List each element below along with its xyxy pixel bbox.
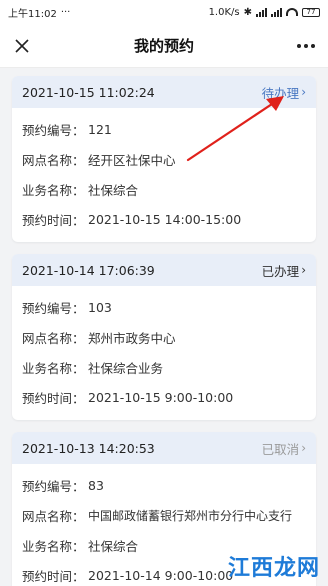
label-outlet: 网点名称： — [22, 508, 85, 524]
value-business: 社保综合业务 — [88, 360, 164, 376]
label-outlet: 网点名称： — [22, 330, 85, 346]
status-cancelled-link[interactable]: 已取消 › — [262, 439, 306, 458]
created-time: 2021-10-13 14:20:53 — [22, 440, 155, 456]
signal-icon-2 — [271, 7, 282, 17]
close-icon[interactable] — [10, 34, 34, 58]
label-time: 预约时间： — [22, 390, 85, 406]
label-outlet: 网点名称： — [22, 152, 85, 168]
row-outlet: 网点名称： 经开区社保中心 — [22, 144, 306, 174]
label-number: 预约编号： — [22, 122, 85, 138]
value-number: 121 — [88, 121, 112, 137]
value-time: 2021-10-14 9:00-10:00 — [88, 567, 234, 583]
chevron-right-icon: › — [301, 263, 306, 277]
status-bar: 上午11:02 ··· 1.0K/s ✱ 77 — [0, 0, 328, 24]
label-business: 业务名称： — [22, 360, 85, 376]
appointment-card[interactable]: 2021-10-15 11:02:24 待办理 › 预约编号： 121 网点名称：… — [12, 76, 316, 242]
card-header: 2021-10-13 14:20:53 已取消 › — [12, 432, 316, 464]
row-outlet: 网点名称： 郑州市政务中心 — [22, 322, 306, 352]
status-label: 已取消 — [261, 441, 300, 457]
chevron-right-icon: › — [301, 85, 306, 99]
value-number: 83 — [88, 477, 104, 493]
status-done-link[interactable]: 已办理 › — [262, 261, 306, 280]
row-business: 业务名称： 社保综合 — [22, 174, 306, 204]
status-pending-link[interactable]: 待办理 › — [262, 83, 306, 102]
created-time: 2021-10-15 11:02:24 — [22, 84, 155, 100]
created-time: 2021-10-14 17:06:39 — [22, 262, 155, 278]
row-outlet: 网点名称： 中国邮政储蓄银行郑州市分行中心支行 — [22, 500, 306, 530]
value-time: 2021-10-15 14:00-15:00 — [88, 211, 242, 227]
row-business: 业务名称： 社保综合业务 — [22, 352, 306, 382]
network-speed: 1.0K/s — [208, 6, 240, 18]
value-outlet: 中国邮政储蓄银行郑州市分行中心支行 — [88, 508, 293, 523]
status-label: 已办理 — [261, 263, 300, 279]
value-number: 103 — [88, 299, 112, 315]
value-outlet: 郑州市政务中心 — [88, 330, 176, 346]
value-time: 2021-10-15 9:00-10:00 — [88, 389, 234, 405]
row-time: 预约时间： 2021-10-15 14:00-15:00 — [22, 204, 306, 234]
label-number: 预约编号： — [22, 478, 85, 494]
chevron-right-icon: › — [301, 441, 306, 455]
signal-icon — [256, 7, 267, 17]
label-business: 业务名称： — [22, 182, 85, 198]
label-number: 预约编号： — [22, 300, 85, 316]
value-outlet: 经开区社保中心 — [88, 152, 176, 168]
row-number: 预约编号： 83 — [22, 470, 306, 500]
appointment-list: 2021-10-15 11:02:24 待办理 › 预约编号： 121 网点名称：… — [0, 68, 328, 586]
card-header: 2021-10-15 11:02:24 待办理 › — [12, 76, 316, 108]
battery-icon: 77 — [302, 7, 320, 17]
status-dots-icon: ··· — [60, 6, 71, 18]
card-body: 预约编号： 103 网点名称： 郑州市政务中心 业务名称： 社保综合业务 预约时间： 2… — [12, 286, 316, 420]
nav-bar: 我的预约 — [0, 24, 328, 68]
status-time: 上午11:02 — [8, 8, 57, 20]
watermark-logo: 江西龙网 — [227, 555, 320, 581]
row-time: 预约时间： 2021-10-15 9:00-10:00 — [22, 382, 306, 412]
bluetooth-icon: ✱ — [243, 6, 252, 18]
status-label: 待办理 — [261, 85, 300, 101]
label-time: 预约时间： — [22, 568, 85, 584]
value-business: 社保综合 — [88, 182, 139, 198]
row-number: 预约编号： 103 — [22, 292, 306, 322]
row-number: 预约编号： 121 — [22, 114, 306, 144]
label-business: 业务名称： — [22, 538, 85, 554]
card-header: 2021-10-14 17:06:39 已办理 › — [12, 254, 316, 286]
value-business: 社保综合 — [88, 538, 139, 554]
label-time: 预约时间： — [22, 212, 85, 228]
card-body: 预约编号： 121 网点名称： 经开区社保中心 业务名称： 社保综合 预约时间： 202… — [12, 108, 316, 242]
appointment-card[interactable]: 2021-10-14 17:06:39 已办理 › 预约编号： 103 网点名称：… — [12, 254, 316, 420]
wifi-icon — [286, 8, 298, 16]
more-icon[interactable] — [294, 43, 318, 48]
page-title: 我的预约 — [133, 37, 194, 55]
